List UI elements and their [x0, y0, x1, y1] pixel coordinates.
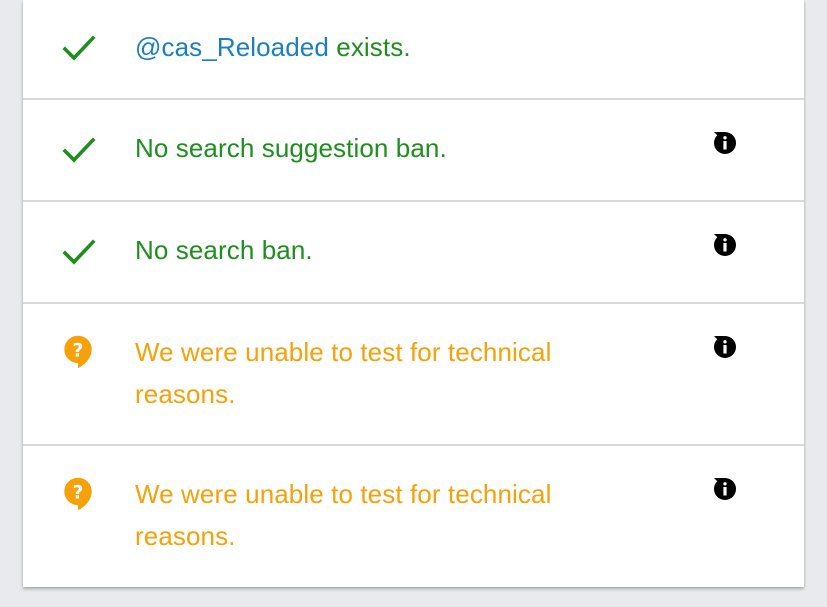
question-bubble-icon: ?: [64, 335, 92, 369]
result-text-exists: @cas_Reloaded exists.: [135, 26, 655, 68]
result-row-test-1: ? We were unable to test for technical r…: [23, 304, 804, 446]
info-dropdown-button[interactable]: [713, 131, 773, 161]
result-row-search-ban: No search ban.: [23, 202, 804, 304]
result-text-test-2: We were unable to test for technical rea…: [135, 479, 552, 551]
question-bubble-icon: ?: [64, 477, 92, 511]
results-card: @cas_Reloaded exists. No search suggesti…: [23, 0, 804, 587]
caret-down-icon: [714, 478, 724, 483]
handle-link[interactable]: @cas_Reloaded: [135, 32, 329, 62]
info-dropdown-button[interactable]: [713, 335, 773, 365]
result-row-exists: @cas_Reloaded exists.: [23, 0, 804, 100]
caret-down-icon: [714, 234, 724, 239]
svg-text:?: ?: [73, 482, 84, 503]
result-text-search-ban: No search ban.: [135, 235, 313, 265]
result-text-suggestion-ban: No search suggestion ban.: [135, 133, 447, 163]
result-text-test-1: We were unable to test for technical rea…: [135, 337, 552, 409]
check-icon: [62, 239, 96, 265]
check-icon: [62, 35, 96, 61]
caret-down-icon: [714, 336, 724, 341]
info-dropdown-button[interactable]: [713, 233, 773, 263]
svg-text:?: ?: [73, 340, 84, 361]
check-icon: [62, 137, 96, 163]
result-row-suggestion-ban: No search suggestion ban.: [23, 100, 804, 202]
caret-down-icon: [714, 132, 724, 137]
result-row-test-2: ? We were unable to test for technical r…: [23, 446, 804, 587]
info-dropdown-button[interactable]: [713, 477, 773, 507]
exists-suffix: exists.: [328, 32, 411, 62]
